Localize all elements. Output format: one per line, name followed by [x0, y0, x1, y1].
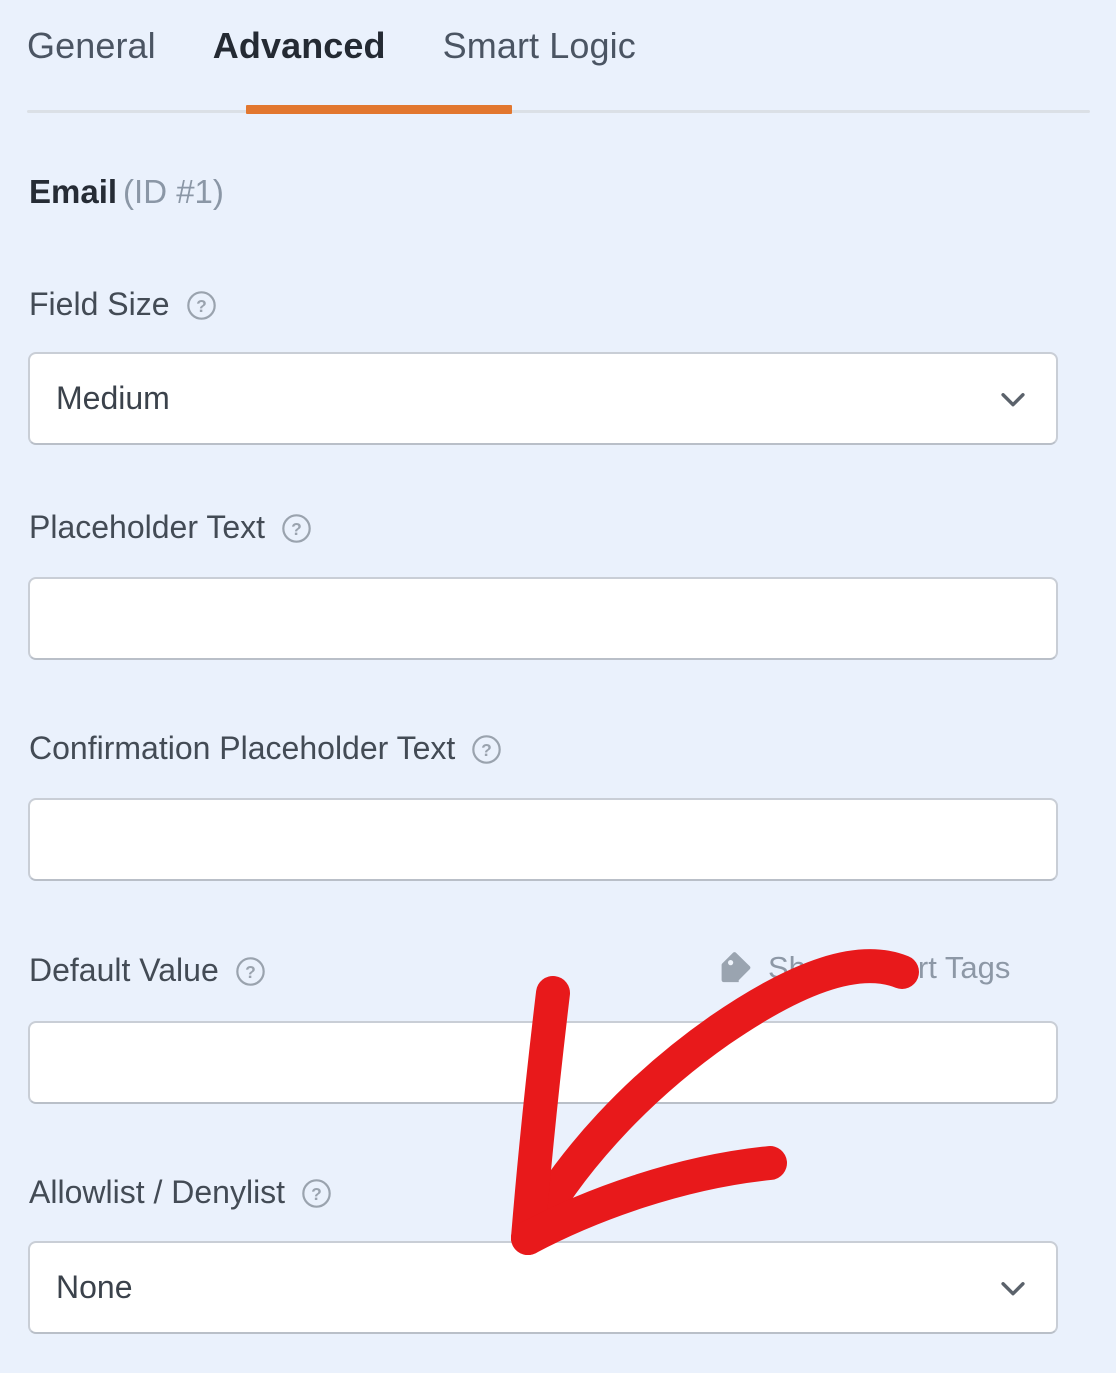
svg-text:?: ? [291, 518, 302, 538]
help-icon-confirmation-placeholder-text[interactable]: ? [471, 734, 502, 765]
field-options-panel: General Advanced Smart Logic Email (ID #1… [0, 0, 1116, 1373]
label-default-value: Default Value ? [29, 951, 266, 989]
field-title-id: (ID #1) [123, 173, 224, 210]
help-icon-placeholder-text[interactable]: ? [281, 513, 312, 544]
select-allowlist-denylist-value: None [56, 1269, 133, 1305]
help-icon-field-size[interactable]: ? [186, 290, 217, 321]
tab-general[interactable]: General [27, 24, 156, 68]
tab-bar: General Advanced Smart Logic [0, 0, 1116, 118]
label-allowlist-denylist: Allowlist / Denylist ? [29, 1173, 332, 1211]
select-field-size[interactable]: Medium [28, 352, 1058, 445]
tab-active-indicator [246, 105, 512, 114]
field-title-name: Email [29, 173, 118, 210]
svg-text:?: ? [481, 739, 492, 759]
svg-text:?: ? [245, 961, 256, 981]
label-default-value-text: Default Value [29, 952, 219, 988]
select-allowlist-denylist[interactable]: None [28, 1241, 1058, 1334]
label-allowlist-denylist-text: Allowlist / Denylist [29, 1174, 286, 1210]
field-title: Email (ID #1) [29, 172, 224, 212]
select-field-size-value: Medium [56, 380, 170, 416]
label-field-size-text: Field Size [29, 286, 170, 322]
svg-text:?: ? [196, 295, 207, 315]
svg-text:?: ? [311, 1183, 322, 1203]
tag-icon [718, 950, 768, 986]
label-field-size: Field Size ? [29, 285, 217, 323]
label-placeholder-text-text: Placeholder Text [29, 509, 265, 545]
tab-divider [27, 110, 1090, 113]
show-smart-tags-button[interactable]: Show Smart Tags [718, 950, 1010, 986]
chevron-down-icon [996, 1271, 1030, 1305]
tab-list: General Advanced Smart Logic [27, 24, 636, 68]
help-icon-allowlist-denylist[interactable]: ? [301, 1178, 332, 1209]
input-placeholder-text[interactable] [28, 577, 1058, 660]
input-confirmation-placeholder-text[interactable] [28, 798, 1058, 881]
label-confirmation-placeholder-text-text: Confirmation Placeholder Text [29, 730, 456, 766]
tab-smart-logic[interactable]: Smart Logic [443, 24, 636, 68]
help-icon-default-value[interactable]: ? [235, 956, 266, 987]
label-placeholder-text: Placeholder Text ? [29, 508, 312, 546]
tab-advanced[interactable]: Advanced [213, 24, 386, 68]
label-confirmation-placeholder-text: Confirmation Placeholder Text ? [29, 729, 502, 767]
chevron-down-icon [996, 382, 1030, 416]
show-smart-tags-label: Show Smart Tags [768, 950, 1011, 985]
input-default-value[interactable] [28, 1021, 1058, 1104]
